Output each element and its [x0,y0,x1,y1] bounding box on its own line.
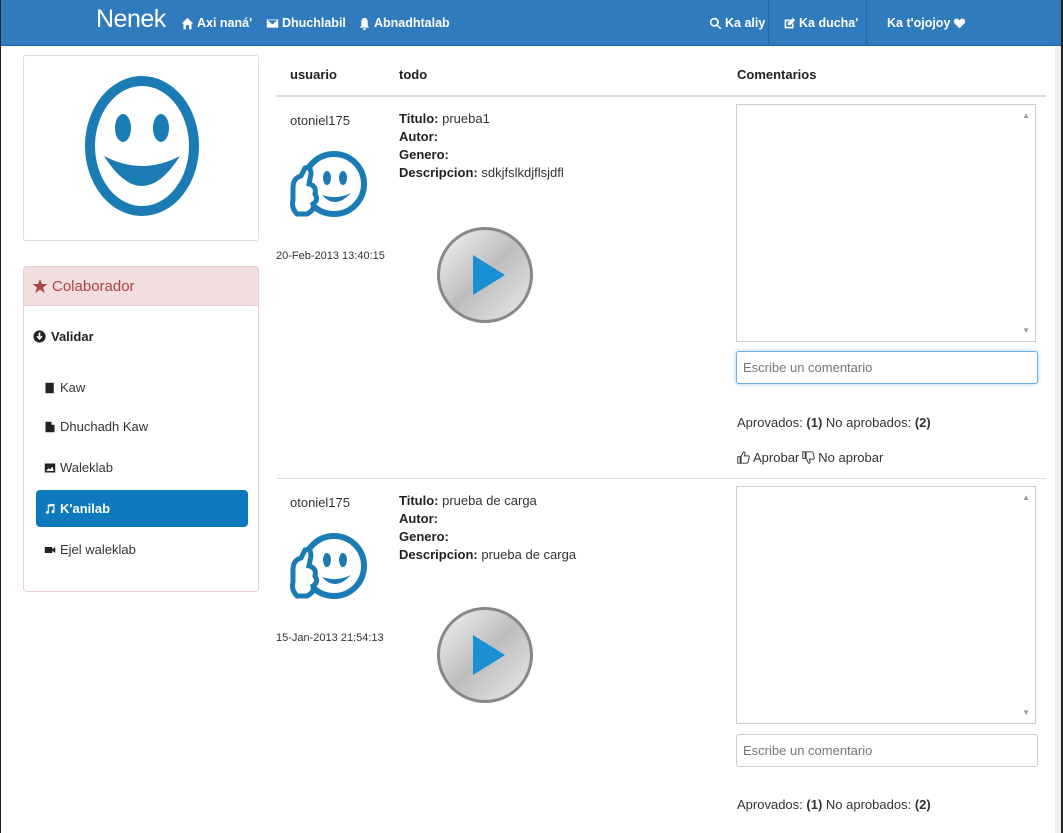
circle-arrow-down-icon [33,330,46,343]
row-date: 15-Jan-2013 21:54:13 [276,632,384,644]
thumbs-up-avatar-icon [290,151,367,217]
nav-edit-label: Ka ducha' [799,16,859,30]
nav-home[interactable]: Axi naná' [181,16,252,30]
nav-divider [866,0,867,46]
scroll-up-icon[interactable]: ▲ [1022,111,1030,120]
envelope-icon [266,18,279,28]
thumbs-up-avatar-icon [290,533,367,599]
thumbs-down-icon [802,451,816,464]
validate-label: Validar [51,329,94,344]
approved-count: (1) [806,797,823,812]
bell-icon [359,17,370,30]
approved-label: Aprovados: [737,415,803,430]
nav-search[interactable]: Ka aliy [709,16,765,30]
row-username[interactable]: otoniel175 [290,113,350,128]
home-icon [181,17,194,29]
sidebar-item-label: K'anilab [60,501,111,516]
comments-list[interactable]: ▲ ▼ [736,104,1036,342]
search-icon [709,17,722,29]
not-approved-label: No aprobados: [825,797,912,812]
column-header-comments: Comentarios [737,67,817,82]
sidebar-item-label: Ejel waleklab [60,542,136,557]
comments-list[interactable]: ▲ ▼ [736,486,1036,724]
nav-notifications-label: Abnadhtalab [374,16,450,30]
music-icon [45,503,55,514]
titulo-label: Titulo: [399,493,439,508]
approval-stats: Aprovados: (1) No aprobados: (2) [737,415,931,430]
descripcion-value: prueba de carga [481,547,577,562]
sidebar-item-videos[interactable]: Ejel waleklab [36,531,248,568]
autor-label: Autor: [399,129,438,144]
nav-home-label: Axi naná' [197,16,253,30]
scroll-down-icon[interactable]: ▼ [1022,708,1030,717]
not-approved-label: No aprobados: [825,415,912,430]
sidebar-item-documents[interactable]: Dhuchadh Kaw [36,408,248,445]
brand-logo[interactable]: Nenek [96,5,166,34]
edit-icon [784,17,796,28]
row-date: 20-Feb-2013 13:40:15 [276,250,385,262]
sidebar-item-label: Dhuchadh Kaw [60,419,149,434]
page-scrollbar[interactable] [1055,46,1061,833]
autor-label: Autor: [399,511,438,526]
sidebar-item-music[interactable]: K'anilab [36,490,248,527]
approval-actions: Aprobar No aprobar [737,450,883,465]
file-icon [45,421,55,432]
approved-label: Aprovados: [737,797,803,812]
collaborator-panel: Colaborador Validar Kaw Dhuchadh Kaw Wal… [23,266,259,592]
sidebar-item-label: Kaw [60,380,86,395]
row-divider [276,478,1046,479]
not-approved-count: (2) [914,797,931,812]
top-navbar: Nenek Axi naná' Dhuchlabil Abnadhtalab K… [1,0,1061,46]
nav-edit[interactable]: Ka ducha' [783,16,858,30]
panel-title: Colaborador [52,277,135,295]
panel-heading: Colaborador [24,267,258,306]
thumbs-up-icon [737,451,750,464]
nav-search-label: Ka aliy [725,16,766,30]
nav-divider [768,0,769,46]
titulo-value: prueba1 [442,111,490,126]
titulo-label: Titulo: [399,111,439,126]
scroll-up-icon[interactable]: ▲ [1022,493,1030,502]
approval-stats: Aprovados: (1) No aprobados: (2) [737,797,931,812]
row-details: Titulo: prueba de carga Autor: Genero: D… [399,492,576,564]
book-icon [45,382,54,393]
header-divider [276,95,1046,97]
approve-link[interactable]: Aprobar [753,450,799,465]
disapprove-link[interactable]: No aprobar [818,450,883,465]
nav-notifications[interactable]: Abnadhtalab [358,16,450,30]
column-header-all: todo [399,67,428,82]
play-button[interactable] [435,605,535,705]
video-icon [44,546,56,553]
comment-input[interactable]: Escribe un comentario [736,734,1038,767]
scroll-down-icon[interactable]: ▼ [1022,326,1030,335]
nav-favorites[interactable]: Ka t'ojojoy [887,16,966,30]
sidebar-item-label: Waleklab [60,460,113,475]
heart-icon [954,18,966,28]
row-username[interactable]: otoniel175 [290,495,350,510]
genero-label: Genero: [399,147,449,162]
profile-avatar-box [23,55,259,241]
sidebar-item-pictures[interactable]: Waleklab [36,449,248,486]
titulo-value: prueba de carga [442,493,537,508]
nav-messages[interactable]: Dhuchlabil [266,16,346,30]
row-details: Titulo: prueba1 Autor: Genero: Descripci… [399,110,564,182]
star-icon [32,279,48,293]
sidebar-item-books[interactable]: Kaw [36,369,248,406]
picture-icon [44,463,56,472]
not-approved-count: (2) [914,415,931,430]
descripcion-value: sdkjfslkdjflsjdfl [481,165,564,180]
approved-count: (1) [806,415,823,430]
validate-menu-title: Validar [33,329,94,344]
descripcion-label: Descripcion: [399,547,478,562]
nav-messages-label: Dhuchlabil [282,16,346,30]
column-header-user: usuario [290,67,337,82]
nav-favorites-label: Ka t'ojojoy [887,16,951,30]
genero-label: Genero: [399,529,449,544]
play-button[interactable] [435,225,535,325]
comment-input[interactable]: Escribe un comentario [736,351,1038,384]
smiley-avatar-icon [85,76,199,216]
descripcion-label: Descripcion: [399,165,478,180]
